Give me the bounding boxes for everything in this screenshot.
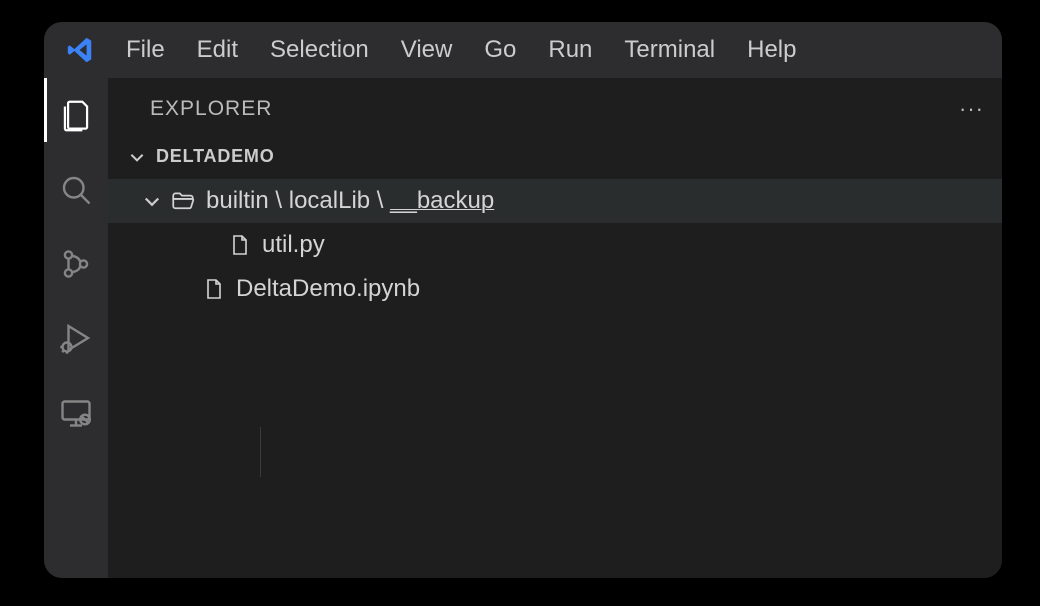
menu-edit[interactable]: Edit bbox=[181, 26, 254, 74]
menu-help[interactable]: Help bbox=[731, 26, 812, 74]
activity-source-control[interactable] bbox=[56, 244, 96, 284]
file-label-util: util.py bbox=[262, 231, 325, 259]
chevron-down-icon bbox=[128, 148, 146, 166]
menu-go[interactable]: Go bbox=[468, 26, 532, 74]
menu-terminal[interactable]: Terminal bbox=[608, 26, 731, 74]
file-icon bbox=[202, 277, 226, 301]
file-label-deltademo: DeltaDemo.ipynb bbox=[236, 275, 420, 303]
file-icon bbox=[228, 233, 252, 257]
activity-search[interactable] bbox=[56, 170, 96, 210]
folder-path-label: builtin \ localLib \ __backup bbox=[206, 187, 494, 215]
chevron-down-icon bbox=[142, 191, 162, 211]
app-window: File Edit Selection View Go Run Terminal… bbox=[44, 22, 1002, 578]
indent-guide bbox=[260, 427, 261, 477]
folder-open-icon bbox=[170, 188, 196, 214]
explorer-header: EXPLORER ··· bbox=[108, 78, 1002, 140]
body-row: EXPLORER ··· DELTADEMO bbox=[44, 78, 1002, 578]
explorer-more-button[interactable]: ··· bbox=[951, 96, 992, 122]
menu-selection[interactable]: Selection bbox=[254, 26, 385, 74]
activity-run-debug[interactable] bbox=[56, 318, 96, 358]
menu-view[interactable]: View bbox=[385, 26, 469, 74]
menu-bar: File Edit Selection View Go Run Terminal… bbox=[44, 22, 1002, 78]
file-tree: builtin \ localLib \ __backup util.py bbox=[108, 179, 1002, 311]
menu-file[interactable]: File bbox=[110, 26, 181, 74]
activity-remote[interactable] bbox=[56, 392, 96, 432]
explorer-title: EXPLORER bbox=[150, 97, 272, 121]
file-row-deltademo[interactable]: DeltaDemo.ipynb bbox=[108, 267, 1002, 311]
file-row-util[interactable]: util.py bbox=[108, 223, 1002, 267]
menu-run[interactable]: Run bbox=[532, 26, 608, 74]
activity-bar bbox=[44, 78, 108, 578]
vscode-logo-icon bbox=[64, 34, 96, 66]
workspace-name: DELTADEMO bbox=[156, 146, 275, 167]
folder-row-backup[interactable]: builtin \ localLib \ __backup bbox=[108, 179, 1002, 223]
active-activity-indicator bbox=[44, 78, 47, 142]
workspace-header[interactable]: DELTADEMO bbox=[108, 140, 1002, 173]
activity-explorer[interactable] bbox=[56, 96, 96, 136]
explorer-sidebar: EXPLORER ··· DELTADEMO bbox=[108, 78, 1002, 578]
